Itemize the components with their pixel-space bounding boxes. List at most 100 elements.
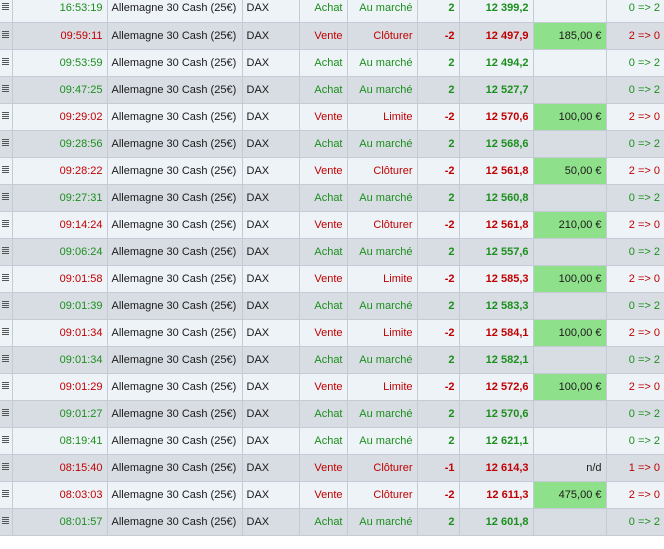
table-row[interactable]: 09:53:59 Allemagne 30 Cash (25€) DAX Achat A… (0, 49, 664, 77)
underlying: DAX (242, 481, 300, 509)
table-row[interactable]: 16:53:19 Allemagne 30 Cash (25€) DAX Achat A… (0, 0, 664, 23)
row-details-icon[interactable] (0, 130, 13, 158)
row-details-icon[interactable] (0, 373, 13, 401)
row-details-icon[interactable] (0, 76, 13, 104)
row-details-icon[interactable] (0, 508, 13, 536)
order-type: Au marché (347, 238, 418, 266)
row-details-icon[interactable] (0, 211, 13, 239)
profit-loss: 210,00 € (533, 211, 607, 239)
row-details-icon[interactable] (0, 22, 13, 50)
table-row[interactable]: 08:03:03 Allemagne 30 Cash (25€) DAX Vente C… (0, 481, 664, 509)
trade-time: 08:01:57 (12, 508, 108, 536)
table-row[interactable]: 09:01:29 Allemagne 30 Cash (25€) DAX Vente L… (0, 373, 664, 401)
document-list-icon[interactable] (1, 381, 10, 390)
trade-direction: Achat (299, 184, 348, 212)
table-row[interactable]: 09:28:56 Allemagne 30 Cash (25€) DAX Achat A… (0, 130, 664, 158)
instrument-name: Allemagne 30 Cash (25€) (107, 508, 243, 536)
document-list-icon[interactable] (1, 2, 10, 11)
trade-price: 12 584,1 (459, 319, 534, 347)
document-list-icon[interactable] (1, 516, 10, 525)
document-list-icon[interactable] (1, 300, 10, 309)
underlying: DAX (242, 157, 300, 185)
underlying: DAX (242, 76, 300, 104)
row-details-icon[interactable] (0, 454, 13, 482)
document-list-icon[interactable] (1, 354, 10, 363)
profit-loss (533, 292, 607, 320)
table-row[interactable]: 09:27:31 Allemagne 30 Cash (25€) DAX Achat A… (0, 184, 664, 212)
trade-quantity: 2 (417, 76, 460, 104)
document-list-icon[interactable] (1, 246, 10, 255)
trade-price: 12 621,1 (459, 427, 534, 455)
profit-loss: 185,00 € (533, 22, 607, 50)
trade-quantity: -2 (417, 22, 460, 50)
underlying: DAX (242, 454, 300, 482)
underlying: DAX (242, 130, 300, 158)
row-details-icon[interactable] (0, 103, 13, 131)
document-list-icon[interactable] (1, 489, 10, 498)
position-change: 2 => 0 (606, 211, 664, 239)
table-row[interactable]: 09:14:24 Allemagne 30 Cash (25€) DAX Vente C… (0, 211, 664, 239)
position-change: 0 => 2 (606, 400, 664, 428)
document-list-icon[interactable] (1, 30, 10, 39)
document-list-icon[interactable] (1, 84, 10, 93)
row-details-icon[interactable] (0, 346, 13, 374)
row-details-icon[interactable] (0, 481, 13, 509)
trade-time: 09:47:25 (12, 76, 108, 104)
row-details-icon[interactable] (0, 265, 13, 293)
profit-loss (533, 400, 607, 428)
underlying: DAX (242, 49, 300, 77)
table-row[interactable]: 09:01:34 Allemagne 30 Cash (25€) DAX Vente L… (0, 319, 664, 347)
document-list-icon[interactable] (1, 435, 10, 444)
row-details-icon[interactable] (0, 157, 13, 185)
table-row[interactable]: 08:15:40 Allemagne 30 Cash (25€) DAX Vente C… (0, 454, 664, 482)
trade-quantity: -2 (417, 265, 460, 293)
profit-loss (533, 346, 607, 374)
instrument-name: Allemagne 30 Cash (25€) (107, 481, 243, 509)
table-row[interactable]: 09:28:22 Allemagne 30 Cash (25€) DAX Vente C… (0, 157, 664, 185)
document-list-icon[interactable] (1, 192, 10, 201)
table-row[interactable]: 08:19:41 Allemagne 30 Cash (25€) DAX Achat A… (0, 427, 664, 455)
document-list-icon[interactable] (1, 273, 10, 282)
document-list-icon[interactable] (1, 408, 10, 417)
underlying: DAX (242, 0, 300, 23)
profit-loss (533, 49, 607, 77)
document-list-icon[interactable] (1, 219, 10, 228)
document-list-icon[interactable] (1, 138, 10, 147)
position-change: 0 => 2 (606, 184, 664, 212)
row-details-icon[interactable] (0, 319, 13, 347)
row-details-icon[interactable] (0, 49, 13, 77)
document-list-icon[interactable] (1, 327, 10, 336)
document-list-icon[interactable] (1, 111, 10, 120)
trade-price: 12 494,2 (459, 49, 534, 77)
table-row[interactable]: 09:29:02 Allemagne 30 Cash (25€) DAX Vente L… (0, 103, 664, 131)
table-row[interactable]: 09:01:34 Allemagne 30 Cash (25€) DAX Achat A… (0, 346, 664, 374)
row-details-icon[interactable] (0, 292, 13, 320)
trade-price: 12 527,7 (459, 76, 534, 104)
trade-direction: Vente (299, 265, 348, 293)
table-row[interactable]: 08:01:57 Allemagne 30 Cash (25€) DAX Achat A… (0, 508, 664, 536)
instrument-name: Allemagne 30 Cash (25€) (107, 346, 243, 374)
order-type: Au marché (347, 130, 418, 158)
trade-time: 09:14:24 (12, 211, 108, 239)
trade-quantity: -1 (417, 454, 460, 482)
table-row[interactable]: 09:01:39 Allemagne 30 Cash (25€) DAX Achat A… (0, 292, 664, 320)
trade-direction: Achat (299, 0, 348, 23)
position-change: 0 => 2 (606, 427, 664, 455)
trade-direction: Achat (299, 238, 348, 266)
table-row[interactable]: 09:01:58 Allemagne 30 Cash (25€) DAX Vente L… (0, 265, 664, 293)
row-details-icon[interactable] (0, 0, 13, 23)
underlying: DAX (242, 103, 300, 131)
document-list-icon[interactable] (1, 462, 10, 471)
table-row[interactable]: 09:06:24 Allemagne 30 Cash (25€) DAX Achat A… (0, 238, 664, 266)
table-row[interactable]: 09:01:27 Allemagne 30 Cash (25€) DAX Achat A… (0, 400, 664, 428)
table-row[interactable]: 09:59:11 Allemagne 30 Cash (25€) DAX Vente C… (0, 22, 664, 50)
instrument-name: Allemagne 30 Cash (25€) (107, 157, 243, 185)
row-details-icon[interactable] (0, 238, 13, 266)
row-details-icon[interactable] (0, 427, 13, 455)
row-details-icon[interactable] (0, 184, 13, 212)
trade-quantity: 2 (417, 427, 460, 455)
document-list-icon[interactable] (1, 57, 10, 66)
row-details-icon[interactable] (0, 400, 13, 428)
table-row[interactable]: 09:47:25 Allemagne 30 Cash (25€) DAX Achat A… (0, 76, 664, 104)
document-list-icon[interactable] (1, 165, 10, 174)
